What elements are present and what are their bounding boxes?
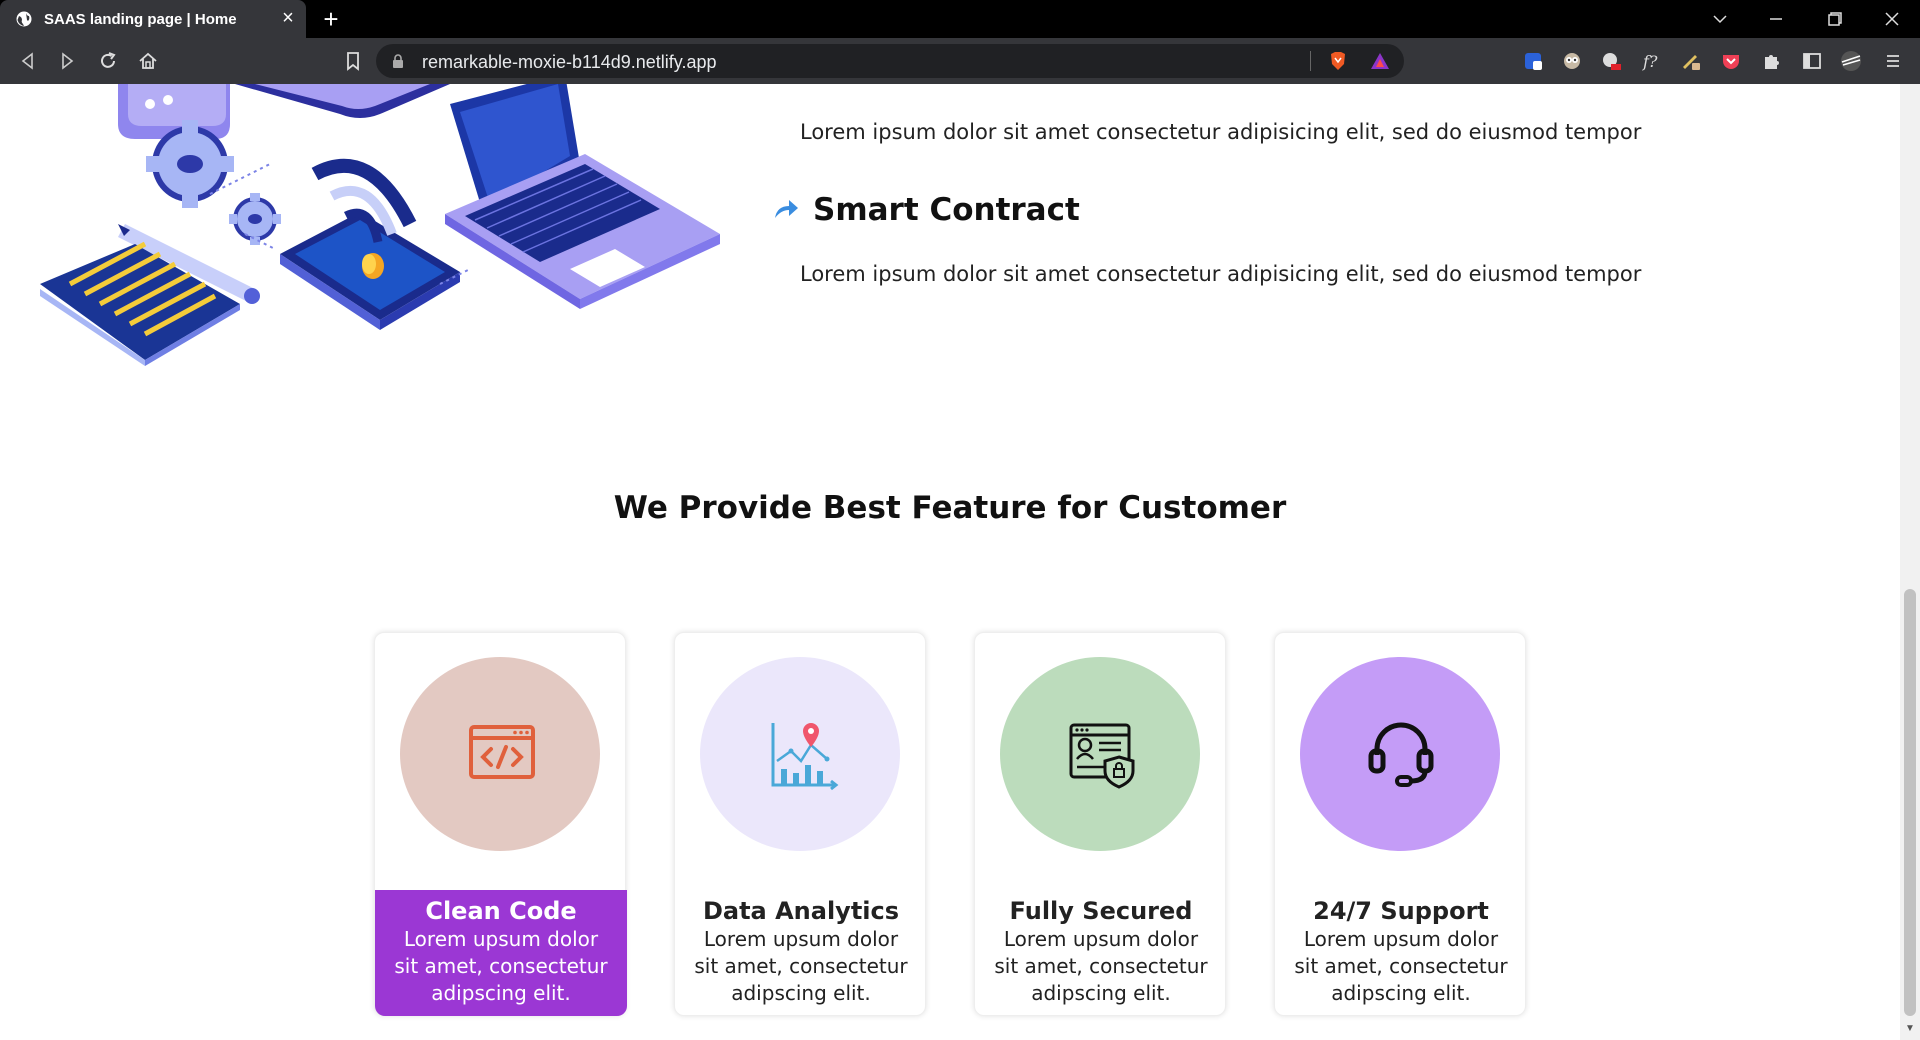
card-title: Data Analytics: [702, 897, 900, 925]
scrollbar-thumb[interactable]: [1904, 589, 1916, 1016]
tab-title: SAAS landing page | Home: [44, 11, 237, 28]
address-divider: [1310, 51, 1311, 71]
vertical-scrollbar[interactable]: ▼: [1900, 84, 1920, 1040]
pocket-icon[interactable]: [1720, 50, 1742, 72]
card-text: Lorem upsum dolor sit amet, consectetur …: [1294, 927, 1508, 1005]
extension-font-icon[interactable]: f?: [1640, 50, 1662, 72]
back-icon[interactable]: [16, 49, 40, 73]
sidebar-toggle-icon[interactable]: [1801, 50, 1823, 72]
secure-profile-icon: [1069, 723, 1135, 789]
bookmark-icon[interactable]: [341, 49, 365, 73]
minimize-icon[interactable]: [1764, 8, 1788, 30]
card-title: 24/7 Support: [1313, 897, 1489, 925]
browser-tab[interactable]: SAAS landing page | Home ×: [0, 0, 306, 38]
card-title: Fully Secured: [1009, 897, 1193, 925]
feature-card-support[interactable]: 24/7 Support Lorem upsum dolor sit amet,…: [1274, 632, 1526, 1016]
address-bar[interactable]: remarkable-moxie-b114d9.netlify.app: [376, 44, 1404, 78]
profile-avatar-icon[interactable]: [1840, 50, 1862, 72]
extension-shield-icon[interactable]: [1522, 50, 1544, 72]
tab-search-icon[interactable]: [1708, 8, 1732, 30]
feature-card-clean-code[interactable]: Clean Code Lorem upsum dolor sit amet, c…: [374, 632, 627, 1016]
scroll-down-icon[interactable]: ▼: [1905, 1024, 1915, 1034]
card-text: Lorem upsum dolor sit amet, consectetur …: [994, 927, 1208, 1005]
extension-cloud-icon[interactable]: [1600, 50, 1622, 72]
card-text: Lorem upsum dolor sit amet, consectetur …: [694, 927, 908, 1005]
feature-card-fully-secured[interactable]: Fully Secured Lorem upsum dolor sit amet…: [974, 632, 1226, 1016]
extension-pencil-icon[interactable]: [1680, 50, 1702, 72]
extension-owl-icon[interactable]: [1561, 50, 1583, 72]
brave-shield-icon[interactable]: [1327, 50, 1349, 72]
card-body: 24/7 Support Lorem upsum dolor sit amet,…: [1275, 890, 1527, 1016]
isometric-tech-illustration: [40, 84, 720, 366]
close-window-icon[interactable]: [1880, 8, 1904, 30]
analytics-chart-icon: [771, 723, 839, 791]
tab-bar: SAAS landing page | Home × +: [0, 0, 1920, 38]
page-content: Lorem ipsum dolor sit amet consectetur a…: [0, 84, 1900, 1040]
feature-title: Smart Contract: [813, 192, 1080, 228]
reload-icon[interactable]: [96, 49, 120, 73]
home-icon[interactable]: [136, 49, 160, 73]
toolbar: remarkable-moxie-b114d9.netlify.app f?: [0, 38, 1920, 84]
feature-card-data-analytics[interactable]: Data Analytics Lorem upsum dolor sit ame…: [674, 632, 926, 1016]
card-body: Fully Secured Lorem upsum dolor sit amet…: [975, 890, 1227, 1016]
forward-arrow-icon: [775, 200, 798, 218]
globe-icon: [16, 11, 32, 27]
card-text: Lorem upsum dolor sit amet, consectetur …: [394, 927, 608, 1005]
card-body: Clean Code Lorem upsum dolor sit amet, c…: [375, 890, 627, 1016]
feature-description: Lorem ipsum dolor sit amet consectetur a…: [800, 262, 1642, 286]
feature-description: Lorem ipsum dolor sit amet consectetur a…: [800, 120, 1642, 144]
forward-icon[interactable]: [55, 49, 79, 73]
svg-text:f?: f?: [1642, 52, 1658, 71]
section-title: We Provide Best Feature for Customer: [613, 490, 1287, 526]
url-text[interactable]: remarkable-moxie-b114d9.netlify.app: [422, 52, 717, 73]
code-window-icon: [469, 725, 535, 779]
new-tab-icon[interactable]: +: [318, 6, 344, 32]
headset-icon: [1368, 722, 1434, 787]
close-tab-icon[interactable]: ×: [278, 8, 298, 28]
extensions-puzzle-icon[interactable]: [1761, 50, 1783, 72]
card-title: Clean Code: [425, 897, 577, 925]
brave-rewards-icon[interactable]: [1369, 50, 1391, 72]
menu-icon[interactable]: [1882, 50, 1904, 72]
lock-icon[interactable]: [392, 54, 404, 68]
card-body: Data Analytics Lorem upsum dolor sit ame…: [675, 890, 927, 1016]
restore-icon[interactable]: [1822, 8, 1846, 30]
